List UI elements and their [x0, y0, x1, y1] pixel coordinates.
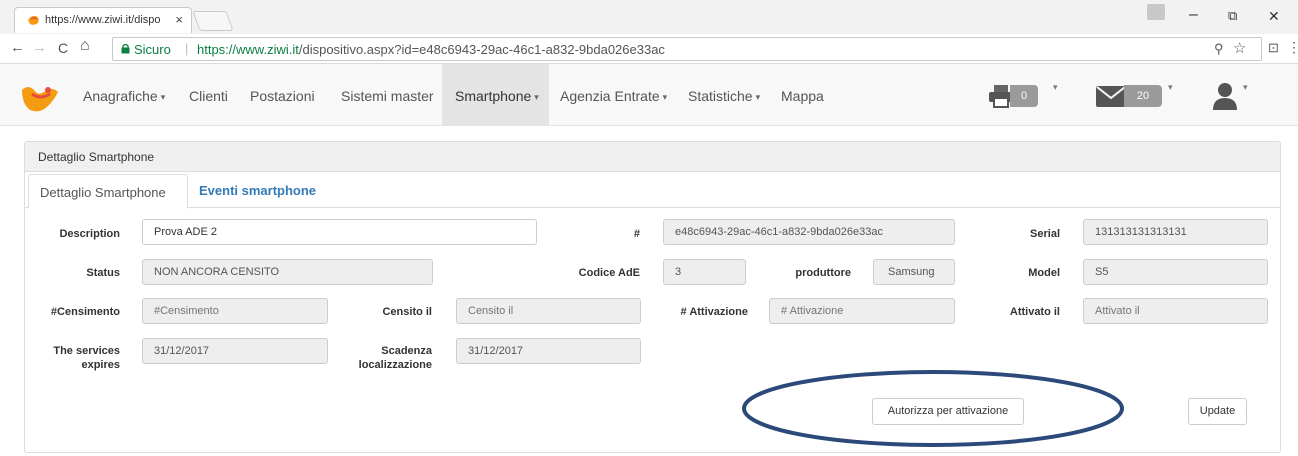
- bookmark-star-icon[interactable]: ☆: [1233, 39, 1246, 57]
- print-queue-dropdown[interactable]: 0 ▾: [988, 82, 1060, 108]
- caret-down-icon: ▾: [1168, 82, 1173, 92]
- censimento-input[interactable]: [142, 298, 328, 324]
- browser-tab-title: https://www.ziwi.it/dispo: [45, 14, 161, 26]
- url-path: /dispositivo.aspx?id=e48c6943-29ac-46c1-…: [298, 42, 665, 57]
- nav-agenzia-entrate[interactable]: Agenzia Entrate ▾: [560, 88, 667, 104]
- browser-profile-icon[interactable]: [1147, 4, 1165, 20]
- nav-clienti[interactable]: Clienti: [189, 88, 228, 104]
- restore-icon[interactable]: ⧉: [1228, 8, 1237, 24]
- attivato-il-input[interactable]: [1083, 298, 1268, 324]
- panel-heading: Dettaglio Smartphone: [25, 142, 1280, 172]
- caret-down-icon: ▾: [534, 92, 539, 102]
- services-expires-label: The services expires: [30, 344, 120, 372]
- tab-dettaglio-label: Dettaglio Smartphone: [40, 185, 166, 200]
- browser-menu-icon[interactable]: ⋮: [1287, 39, 1298, 56]
- description-input[interactable]: Prova ADE 2: [142, 219, 537, 245]
- url-separator: |: [185, 41, 189, 56]
- minimize-icon[interactable]: –: [1189, 6, 1198, 24]
- site-favicon-icon: [28, 15, 39, 25]
- tab-eventi-smartphone[interactable]: Eventi smartphone: [199, 183, 316, 198]
- hash-label: #: [633, 228, 640, 240]
- attivazione-label: # Attivazione: [680, 306, 748, 318]
- serial-label: Serial: [1030, 228, 1060, 240]
- browser-toolbar: ← → C ⌂ Sicuro | https://www.ziwi.it/dis…: [0, 34, 1298, 64]
- annotation-ellipse: [742, 370, 1124, 447]
- status-label: Status: [86, 267, 120, 279]
- status-field: NON ANCORA CENSITO: [142, 259, 433, 285]
- hash-id-field: e48c6943-29ac-46c1-a832-9bda026e33ac: [663, 219, 955, 245]
- cast-icon[interactable]: ⊡: [1268, 40, 1279, 56]
- new-tab-button[interactable]: [192, 11, 234, 31]
- services-expires-label-line1: The services: [53, 345, 120, 357]
- services-expires-field: 31/12/2017: [142, 338, 328, 364]
- nav-smartphone-label: Smartphone: [455, 88, 532, 104]
- nav-anagrafiche[interactable]: Anagrafiche ▾: [83, 88, 165, 104]
- window-close-icon[interactable]: ✕: [1268, 8, 1280, 25]
- browser-tab-strip: https://www.ziwi.it/dispo × – ⧉ ✕: [0, 0, 1298, 34]
- codice-ade-field: 3: [663, 259, 746, 285]
- caret-down-icon: ▾: [662, 92, 668, 102]
- panel-tabs: Dettaglio Smartphone Eventi smartphone: [25, 172, 1280, 209]
- attivato-il-label: Attivato il: [1009, 306, 1060, 318]
- nav-anagrafiche-label: Anagrafiche: [83, 88, 158, 104]
- produttore-field: Samsung: [873, 259, 955, 285]
- serial-field: 131313131313131: [1083, 219, 1268, 245]
- tab-close-icon[interactable]: ×: [175, 12, 183, 27]
- scadenza-label: Scadenza localizzazione: [340, 344, 432, 372]
- scadenza-field: 31/12/2017: [456, 338, 641, 364]
- url-bar[interactable]: Sicuro | https://www.ziwi.it/dispositivo…: [112, 37, 1262, 61]
- url-host: https://www.ziwi.it: [197, 42, 299, 57]
- secure-label: Sicuro: [134, 42, 171, 57]
- censito-il-input[interactable]: [456, 298, 641, 324]
- tab-dettaglio-smartphone[interactable]: Dettaglio Smartphone: [28, 174, 188, 209]
- caret-down-icon: ▾: [1243, 82, 1248, 92]
- model-field: S5: [1083, 259, 1268, 285]
- nav-mappa[interactable]: Mappa: [781, 88, 824, 104]
- nav-sistemi-master[interactable]: Sistemi master: [341, 88, 434, 104]
- ziwi-logo[interactable]: [18, 80, 62, 116]
- services-expires-label-line2: expires: [81, 359, 120, 371]
- nav-agenzia-entrate-label: Agenzia Entrate: [560, 88, 660, 104]
- envelope-icon: [1096, 86, 1126, 107]
- app-navbar: Anagrafiche ▾ Clienti Postazioni Sistemi …: [0, 64, 1298, 126]
- back-arrow-icon[interactable]: ←: [10, 39, 25, 56]
- produttore-label: produttore: [795, 267, 851, 279]
- browser-tab[interactable]: https://www.ziwi.it/dispo ×: [14, 7, 192, 33]
- home-icon[interactable]: ⌂: [80, 37, 90, 55]
- scadenza-label-line2: localizzazione: [358, 359, 432, 371]
- caret-down-icon: ▾: [755, 92, 761, 102]
- nav-statistiche-label: Statistiche: [688, 88, 753, 104]
- print-count-badge: 0: [1010, 85, 1038, 107]
- url-text: https://www.ziwi.it/dispositivo.aspx?id=…: [197, 42, 665, 57]
- nav-smartphone[interactable]: Smartphone ▾: [455, 88, 539, 104]
- censimento-label: #Censimento: [50, 306, 120, 318]
- model-label: Model: [1028, 267, 1060, 279]
- nav-postazioni[interactable]: Postazioni: [250, 88, 315, 104]
- messages-dropdown[interactable]: 20 ▾: [1096, 82, 1176, 108]
- codice-ade-label: Codice AdE: [578, 267, 640, 279]
- description-label: Description: [59, 228, 120, 240]
- user-icon: [1213, 83, 1237, 110]
- mail-count-badge: 20: [1124, 85, 1162, 107]
- forward-arrow-icon[interactable]: →: [32, 39, 47, 56]
- lock-icon: [121, 43, 130, 54]
- panel-title: Dettaglio Smartphone: [38, 150, 155, 164]
- attivazione-input[interactable]: [769, 298, 955, 324]
- caret-down-icon: ▾: [160, 92, 166, 102]
- caret-down-icon: ▾: [1053, 82, 1058, 92]
- user-menu-dropdown[interactable]: ▾: [1212, 82, 1258, 110]
- nav-statistiche[interactable]: Statistiche ▾: [688, 88, 760, 104]
- reload-icon[interactable]: C: [58, 40, 68, 56]
- update-button[interactable]: Update: [1188, 398, 1247, 425]
- censito-il-label: Censito il: [382, 306, 432, 318]
- scadenza-label-line1: Scadenza: [381, 345, 432, 357]
- zoom-icon[interactable]: ⚲: [1214, 41, 1224, 57]
